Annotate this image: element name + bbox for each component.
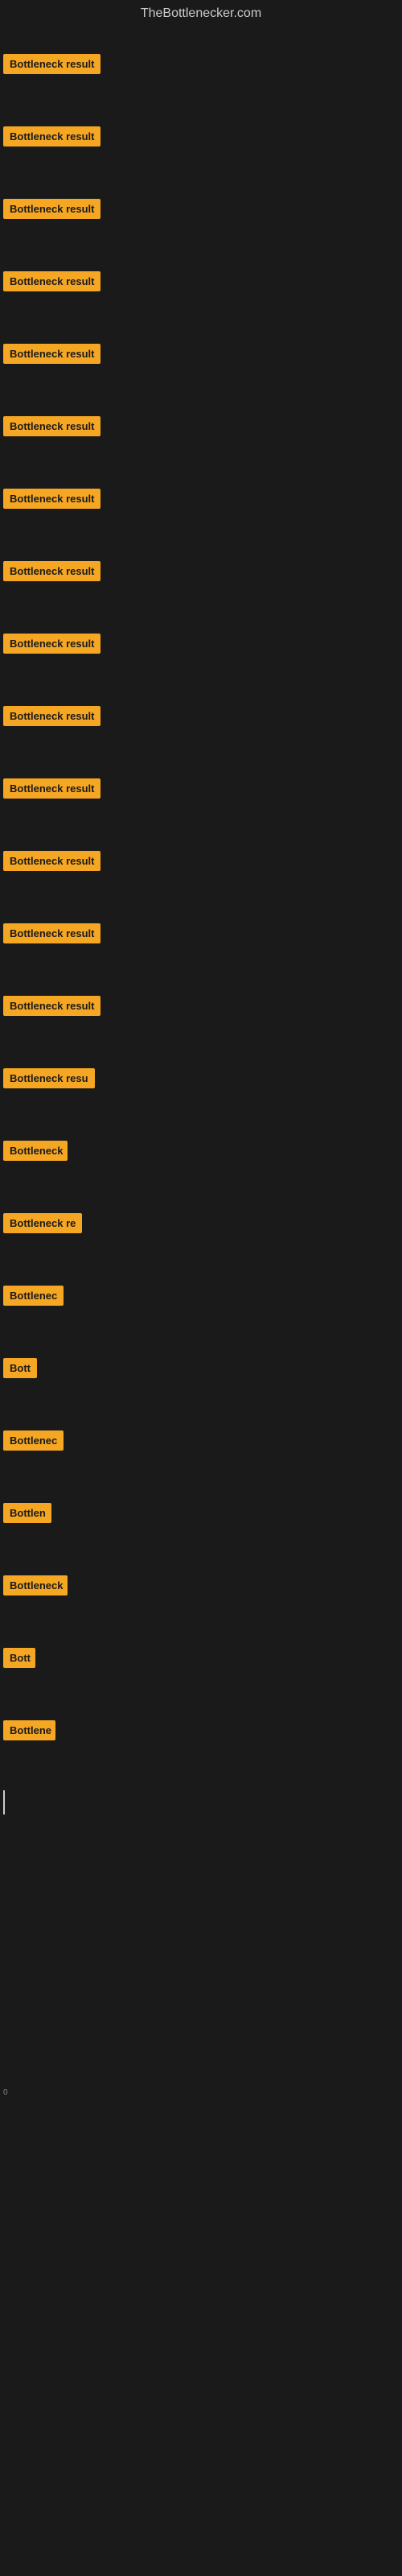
bottleneck-result-badge[interactable]: Bottleneck resu: [3, 1068, 95, 1088]
bottleneck-result-badge[interactable]: Bottleneck result: [3, 561, 100, 581]
bottleneck-result-badge[interactable]: Bott: [3, 1648, 35, 1668]
bottleneck-result-badge[interactable]: Bottleneck re: [3, 1213, 82, 1233]
list-item: Bottleneck result: [0, 100, 402, 172]
site-title: TheBottlenecker.com: [0, 0, 402, 27]
list-item: Bottleneck result: [0, 897, 402, 969]
bottleneck-result-badge[interactable]: Bottleneck result: [3, 778, 100, 799]
bottleneck-result-badge[interactable]: Bottleneck result: [3, 416, 100, 436]
list-item: Bottleneck: [0, 1114, 402, 1187]
list-item: [0, 2128, 402, 2201]
bottleneck-result-badge[interactable]: Bottleneck result: [3, 489, 100, 509]
list-item: Bottlene: [0, 1694, 402, 1766]
bottleneck-result-badge[interactable]: Bottlene: [3, 1720, 55, 1740]
list-item: Bottleneck result: [0, 607, 402, 679]
list-item: Bottleneck result: [0, 317, 402, 390]
bottleneck-result-badge[interactable]: Bottleneck: [3, 1575, 68, 1596]
bottleneck-result-badge[interactable]: Bottleneck result: [3, 271, 100, 291]
list-item: [0, 1911, 402, 1984]
list-item: Bott: [0, 1621, 402, 1694]
bottleneck-result-badge[interactable]: Bottlen: [3, 1503, 51, 1523]
bottleneck-result-badge[interactable]: Bottleneck result: [3, 706, 100, 726]
bottleneck-result-badge[interactable]: Bottleneck result: [3, 996, 100, 1016]
list-item: 0: [0, 2056, 402, 2128]
list-item: Bott: [0, 1331, 402, 1404]
cursor: [3, 1790, 5, 1814]
list-item: Bottleneck result: [0, 535, 402, 607]
bottleneck-result-badge[interactable]: Bottleneck result: [3, 344, 100, 364]
bottleneck-result-badge[interactable]: Bottleneck result: [3, 54, 100, 74]
list-item: Bottleneck: [0, 1549, 402, 1621]
list-item: [0, 2273, 402, 2346]
list-item: Bottleneck result: [0, 27, 402, 100]
bottleneck-result-badge[interactable]: Bottleneck result: [3, 634, 100, 654]
list-item: Bottleneck result: [0, 245, 402, 317]
list-item: [0, 2346, 402, 2418]
list-item: [0, 1984, 402, 2056]
bottleneck-result-badge[interactable]: Bott: [3, 1358, 37, 1378]
bottleneck-result-badge[interactable]: Bottleneck result: [3, 126, 100, 147]
bottleneck-result-badge[interactable]: Bottleneck result: [3, 851, 100, 871]
list-item: Bottleneck result: [0, 390, 402, 462]
list-item: Bottleneck re: [0, 1187, 402, 1259]
list-item: [0, 1839, 402, 1911]
list-item: Bottlenec: [0, 1404, 402, 1476]
list-item: Bottleneck result: [0, 172, 402, 245]
list-item: Bottleneck result: [0, 679, 402, 752]
list-item: Bottleneck result: [0, 969, 402, 1042]
list-item: [0, 1766, 402, 1839]
list-item: Bottlen: [0, 1476, 402, 1549]
list-item: Bottleneck result: [0, 752, 402, 824]
bottleneck-result-badge[interactable]: Bottleneck result: [3, 199, 100, 219]
list-item: [0, 2418, 402, 2491]
list-item: Bottleneck result: [0, 824, 402, 897]
bottleneck-result-badge[interactable]: Bottlenec: [3, 1286, 64, 1306]
bottleneck-result-badge[interactable]: Bottleneck: [3, 1141, 68, 1161]
bottleneck-result-badge[interactable]: Bottlenec: [3, 1430, 64, 1451]
bottleneck-result-badge[interactable]: Bottleneck result: [3, 923, 100, 943]
list-item: Bottleneck resu: [0, 1042, 402, 1114]
list-item: [0, 2201, 402, 2273]
list-item: Bottlenec: [0, 1259, 402, 1331]
list-item: Bottleneck result: [0, 462, 402, 535]
small-label: 0: [2, 2088, 8, 2097]
